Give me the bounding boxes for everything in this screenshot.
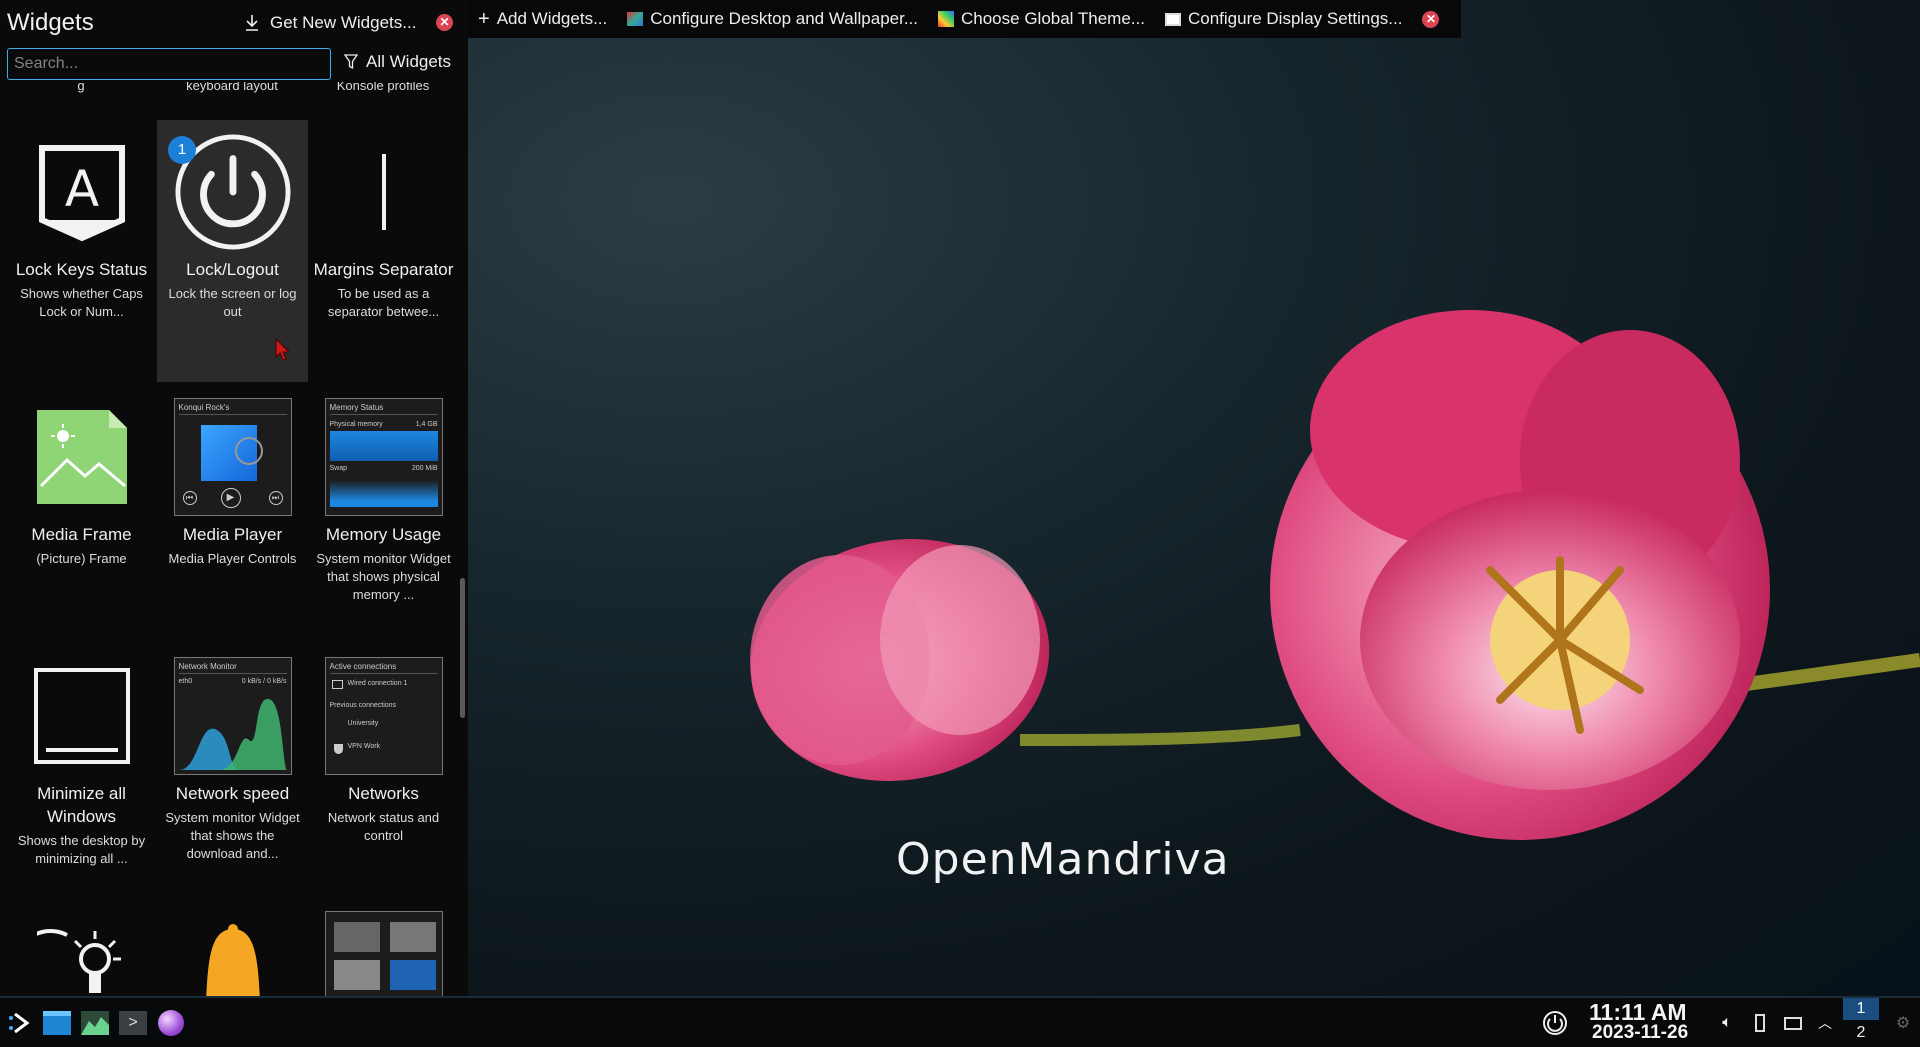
svg-text:A: A (64, 160, 98, 218)
widget-desc: Shows the desktop by minimizing all ... (17, 833, 146, 866)
desktop-1[interactable]: 1 (1843, 998, 1879, 1020)
lock-keys-icon: A (23, 133, 141, 251)
global-theme-button[interactable]: Choose Global Theme... (928, 0, 1155, 38)
scrollbar[interactable] (460, 578, 465, 718)
widget-desc: System monitor Widget that shows physica… (316, 551, 451, 602)
desktop-edit-toolbar: + Add Widgets... Configure Desktop and W… (468, 0, 1461, 38)
panel-title: Widgets (7, 9, 94, 36)
clock-date[interactable]: 2023-11-26 (1592, 1022, 1688, 1044)
widget-name: Minimize all Windows (37, 784, 126, 826)
widget-grid[interactable]: g keyboard layout Konsole profiles A Loc… (0, 82, 468, 996)
minimize-all-icon (23, 657, 141, 775)
terminal-icon[interactable]: > (118, 1008, 148, 1038)
night-light-icon (23, 921, 141, 996)
file-manager-icon[interactable] (42, 1008, 72, 1038)
widget-name: Media Frame (31, 525, 132, 544)
close-panel-icon[interactable]: ✕ (436, 14, 453, 31)
configure-desktop-button[interactable]: Configure Desktop and Wallpaper... (617, 0, 928, 38)
widget-network-speed[interactable]: Network Monitor eth0 0 kB/s / 0 kB/s Net… (157, 644, 308, 902)
pager-icon (324, 911, 443, 996)
widget-desc: (Picture) Frame (36, 551, 127, 566)
bell-icon (174, 921, 292, 996)
theme-icon (938, 11, 954, 27)
get-new-widgets-label: Get New Widgets... (270, 13, 417, 32)
filter-all-widgets-button[interactable]: All Widgets (344, 52, 451, 72)
virtual-desktop-pager[interactable]: 1 2 (1843, 998, 1879, 1045)
separator-icon (325, 133, 443, 251)
network-speed-icon: Network Monitor eth0 0 kB/s / 0 kB/s (173, 657, 292, 775)
memory-usage-icon: Memory Status Physical memory 1,4 GB Swa… (324, 398, 443, 516)
global-theme-label: Choose Global Theme... (961, 9, 1145, 28)
desktop-settings-icon (627, 12, 644, 26)
monitor-icon (1164, 12, 1181, 26)
volume-icon[interactable]: 🔈︎ (1712, 1008, 1742, 1038)
widget-networks[interactable]: Active connections Wired connection 1 Pr… (308, 644, 459, 902)
widget-desc: Network status and control (327, 810, 440, 843)
widget-margins-separator[interactable]: Margins Separator To be used as a separa… (308, 120, 459, 382)
chevron-up-icon[interactable]: ︿ (1810, 1008, 1840, 1038)
widget-lock-keys[interactable]: A Lock Keys Status Shows whether Caps Lo… (6, 120, 157, 382)
widget-pager[interactable] (308, 908, 459, 996)
partial-desc: Konsole profiles (336, 82, 430, 93)
desktop-2[interactable]: 2 (1843, 1020, 1879, 1043)
widget-night-light[interactable] (6, 908, 157, 996)
openmandriva-logo: OpenMandriva (896, 834, 1230, 885)
widget-media-player[interactable]: Konqui Rock's ⏮ ▶ ⏭ Media Player Media P… (157, 385, 308, 640)
mouse-cursor-icon (275, 338, 291, 361)
preview-title: Active connections (329, 662, 397, 671)
filter-icon (344, 54, 358, 70)
widget-memory-usage[interactable]: Memory Status Physical memory 1,4 GB Swa… (308, 385, 459, 640)
filter-label: All Widgets (366, 52, 452, 71)
browser-icon[interactable] (156, 1008, 186, 1038)
preview-title: Konqui Rock's (178, 403, 230, 412)
configure-desktop-label: Configure Desktop and Wallpaper... (650, 9, 918, 28)
partial-desc: keyboard layout (186, 82, 278, 93)
add-widgets-label: Add Widgets... (496, 9, 608, 28)
network-icon[interactable] (1778, 1008, 1808, 1038)
picture-frame-icon (23, 398, 141, 516)
power-icon[interactable] (1540, 1008, 1570, 1038)
preview-title: Memory Status (329, 403, 384, 412)
widget-name: Margins Separator (313, 260, 454, 279)
search-input[interactable] (7, 48, 331, 80)
widgets-panel: Widgets Get New Widgets... ✕ All Widgets… (0, 0, 468, 996)
widget-name: Lock Keys Status (15, 260, 148, 279)
media-player-icon: Konqui Rock's ⏮ ▶ ⏭ (173, 398, 292, 516)
get-new-widgets-button[interactable]: Get New Widgets... (244, 10, 416, 36)
battery-icon[interactable] (1745, 1008, 1775, 1038)
widget-name: Lock/Logout (186, 260, 279, 279)
widget-minimize-all[interactable]: Minimize all Windows Shows the desktop b… (6, 644, 157, 902)
download-icon (246, 15, 258, 31)
widget-name: Memory Usage (325, 525, 442, 544)
widget-desc: Media Player Controls (168, 551, 297, 566)
display-settings-label: Configure Display Settings... (1187, 9, 1403, 28)
networks-icon: Active connections Wired connection 1 Pr… (324, 657, 443, 775)
widget-desc: To be used as a separator betwee... (327, 286, 440, 319)
widget-name: Networks (348, 784, 419, 803)
preview-title: Network Monitor (178, 662, 237, 671)
add-widgets-button[interactable]: + Add Widgets... (468, 0, 617, 38)
system-monitor-icon[interactable] (80, 1008, 110, 1038)
widget-media-frame[interactable]: Media Frame (Picture) Frame (6, 385, 157, 640)
widget-desc: System monitor Widget that shows the dow… (165, 810, 300, 861)
application-launcher-icon[interactable] (5, 1008, 35, 1038)
plus-icon: + (478, 7, 490, 30)
widget-desc: Shows whether Caps Lock or Num... (20, 286, 143, 319)
display-settings-button[interactable]: Configure Display Settings... (1155, 0, 1413, 38)
widget-name: Media Player (182, 525, 283, 544)
close-edit-mode-icon[interactable]: ✕ (1422, 10, 1440, 28)
widget-desc: Lock the screen or log out (168, 286, 297, 319)
widget-name: Network speed (175, 784, 290, 803)
widget-notifications[interactable] (157, 908, 308, 996)
partial-desc: g (77, 82, 85, 93)
settings-gear-icon[interactable]: ⚙ (1888, 1008, 1918, 1038)
count-badge: 1 (168, 136, 196, 164)
